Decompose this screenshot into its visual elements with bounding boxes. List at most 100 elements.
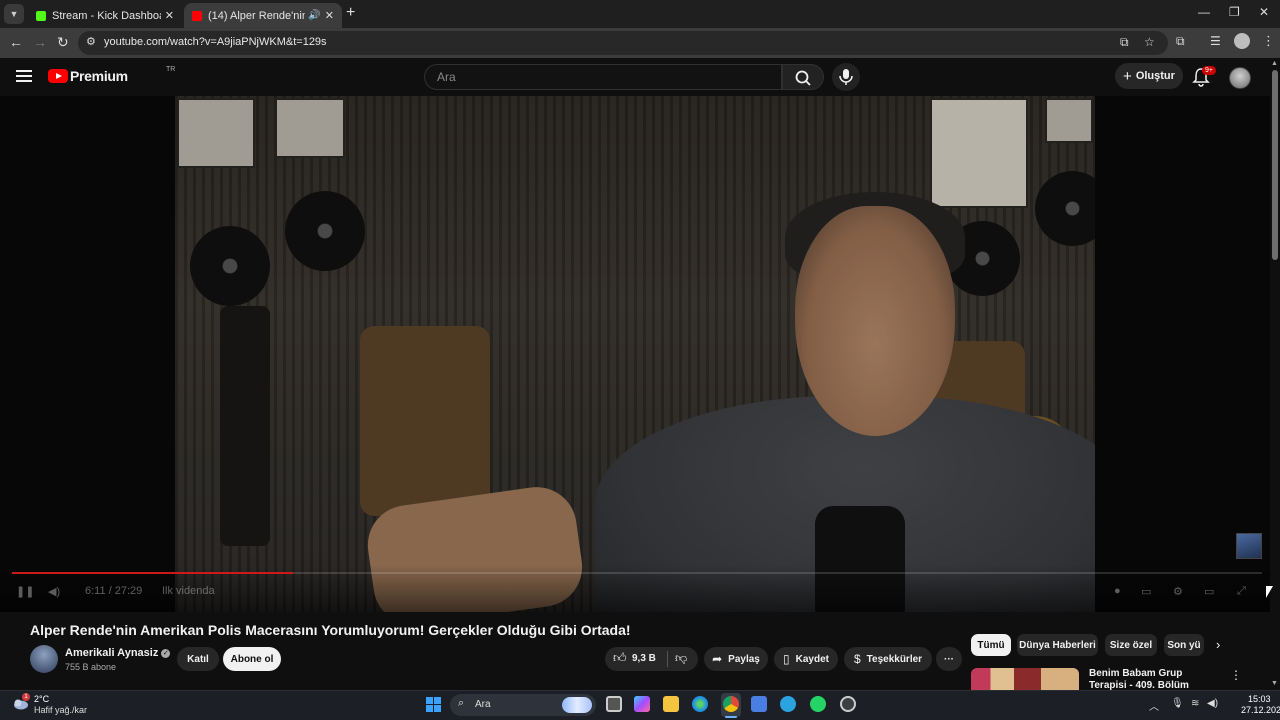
file-explorer-icon[interactable] bbox=[663, 696, 679, 712]
back-icon[interactable]: ← bbox=[9, 34, 23, 50]
create-button[interactable]: + Oluştur bbox=[1115, 63, 1183, 89]
autoplay-toggle-icon[interactable]: ● bbox=[1114, 585, 1121, 597]
store-icon[interactable] bbox=[751, 696, 767, 712]
chip-all[interactable]: Tümü bbox=[971, 634, 1011, 656]
search-highlight-icon bbox=[562, 697, 592, 713]
task-view-icon[interactable] bbox=[606, 696, 622, 712]
youtube-premium-logo[interactable]: Premium TR bbox=[48, 66, 175, 84]
whatsapp-icon[interactable] bbox=[810, 696, 826, 712]
reload-icon[interactable]: ↻ bbox=[57, 34, 69, 51]
channel-avatar[interactable] bbox=[30, 645, 58, 673]
subtitles-icon[interactable]: ▭ bbox=[1141, 585, 1151, 598]
scroll-down-arrow-icon[interactable]: ▼ bbox=[1271, 680, 1278, 687]
video-frame[interactable] bbox=[175, 96, 1095, 612]
extensions-icon[interactable]: ⧉ bbox=[1176, 34, 1185, 49]
join-button[interactable]: Katıl bbox=[177, 647, 219, 671]
voice-search-button[interactable] bbox=[832, 63, 860, 91]
browser-tab-youtube[interactable]: (14) Alper Rende'nin Ameri 🔊 ✕ bbox=[184, 3, 342, 28]
speaker-icon[interactable]: 🔊 bbox=[308, 10, 320, 21]
forward-icon[interactable]: → bbox=[33, 34, 47, 50]
microphone-icon bbox=[839, 69, 853, 85]
share-button[interactable]: ➦ Paylaş bbox=[704, 647, 768, 671]
account-avatar[interactable] bbox=[1229, 67, 1251, 89]
clock-date[interactable]: 27.12.2025 bbox=[1241, 705, 1280, 715]
youtube-header: Premium TR + Oluştur bbox=[0, 58, 1270, 96]
microphone-tray-icon[interactable]: 🎙︎ bbox=[1171, 698, 1184, 709]
settings-gear-icon[interactable]: ⚙ bbox=[1173, 585, 1183, 598]
reading-list-icon[interactable]: ☰ bbox=[1210, 34, 1221, 48]
recommended-video-title[interactable]: Benim Babam Grup Terapisi - 409. Bölüm (… bbox=[1089, 668, 1219, 690]
subscribe-label: Abone ol bbox=[230, 653, 274, 665]
search-button[interactable] bbox=[782, 64, 824, 90]
close-tab-icon[interactable]: ✕ bbox=[165, 9, 174, 22]
pause-icon[interactable]: ❚❚ bbox=[16, 585, 34, 598]
search-input[interactable] bbox=[435, 69, 765, 85]
chip-world-news[interactable]: Dünya Haberleri bbox=[1017, 634, 1098, 656]
wifi-icon[interactable]: ≋ bbox=[1191, 698, 1199, 709]
subscriber-count: 755 B abone bbox=[65, 662, 117, 672]
tab-title: Stream - Kick Dashboard bbox=[52, 9, 161, 22]
windows-start-icon[interactable] bbox=[426, 697, 441, 712]
progress-played bbox=[12, 572, 294, 574]
like-count[interactable]: 9,3 B bbox=[632, 653, 656, 664]
volume-tray-icon[interactable]: ◀) bbox=[1207, 698, 1218, 709]
scrollbar-thumb[interactable] bbox=[1272, 70, 1278, 260]
search-field[interactable] bbox=[424, 64, 782, 90]
weather-temperature[interactable]: 2°C bbox=[34, 694, 49, 704]
scroll-up-arrow-icon[interactable]: ▲ bbox=[1271, 60, 1278, 67]
telegram-icon[interactable] bbox=[780, 696, 796, 712]
region-code: TR bbox=[166, 66, 176, 73]
menu-icon[interactable] bbox=[16, 70, 32, 82]
cast-icon[interactable]: ⧉ bbox=[1120, 35, 1129, 50]
minimize-button[interactable]: — bbox=[1198, 5, 1210, 19]
tab-search-button[interactable]: ▼ bbox=[4, 4, 24, 24]
thumbs-down-icon[interactable]: 👎︎ bbox=[675, 651, 687, 666]
chip-recent[interactable]: Son yü bbox=[1164, 634, 1204, 656]
browser-menu-icon[interactable]: ⋮ bbox=[1262, 33, 1275, 49]
miniplayer-icon[interactable]: ▭ bbox=[1204, 585, 1214, 598]
time-current: 6:11 bbox=[85, 585, 106, 597]
recommended-video-thumbnail[interactable] bbox=[971, 668, 1079, 690]
chrome-icon[interactable] bbox=[723, 696, 739, 712]
edge-browser-icon[interactable] bbox=[692, 696, 708, 712]
more-actions-button[interactable]: ··· bbox=[936, 647, 962, 671]
thanks-button[interactable]: $ Teşekkürler bbox=[844, 647, 932, 671]
copilot-icon[interactable] bbox=[634, 696, 650, 712]
close-window-button[interactable]: ✕ bbox=[1259, 5, 1269, 19]
share-label: Paylaş bbox=[728, 653, 760, 665]
more-vert-icon[interactable]: ⋮ bbox=[1230, 668, 1242, 682]
subscribe-button[interactable]: Abone ol bbox=[223, 647, 281, 671]
browser-profile-avatar[interactable] bbox=[1234, 33, 1250, 49]
floating-webcam-thumbnail[interactable] bbox=[1236, 533, 1262, 559]
divider bbox=[667, 651, 668, 667]
progress-bar[interactable] bbox=[12, 572, 1262, 574]
chapter-label[interactable]: Ilk videnda bbox=[162, 585, 215, 597]
browser-tab-kick[interactable]: Stream - Kick Dashboard ✕ bbox=[28, 3, 182, 28]
mouse-cursor-icon bbox=[1266, 586, 1273, 598]
search-icon: ⌕ bbox=[458, 697, 465, 709]
clock-time[interactable]: 15:03 bbox=[1248, 694, 1271, 704]
chevron-right-icon[interactable]: › bbox=[1216, 637, 1220, 652]
join-label: Katıl bbox=[187, 653, 209, 665]
plus-icon: + bbox=[1123, 67, 1132, 85]
taskbar-search[interactable]: ⌕ Ara bbox=[450, 694, 596, 716]
share-arrow-icon: ➦ bbox=[712, 652, 723, 666]
weather-description[interactable]: Hafif yağ./kar bbox=[34, 705, 87, 715]
recorder-icon[interactable] bbox=[840, 696, 856, 712]
close-tab-icon[interactable]: ✕ bbox=[325, 9, 334, 22]
fullscreen-icon[interactable]: ⤢ bbox=[1237, 585, 1246, 598]
thumbs-up-icon[interactable]: 👍︎ bbox=[613, 650, 627, 666]
channel-name[interactable]: Amerikali Aynasiz ✓ bbox=[65, 647, 171, 659]
save-button[interactable]: ▯ Kaydet bbox=[774, 647, 838, 671]
address-bar[interactable]: ⚙ youtube.com/watch?v=A9jiaPNjWKM&t=129s… bbox=[78, 31, 1168, 55]
bookmark-star-icon[interactable]: ☆ bbox=[1144, 35, 1155, 49]
restore-button[interactable]: ❐ bbox=[1229, 5, 1240, 19]
volume-icon[interactable]: ◀) bbox=[48, 585, 60, 598]
new-tab-button[interactable]: + bbox=[346, 4, 355, 22]
save-label: Kaydet bbox=[795, 653, 829, 665]
tray-overflow-chevron-icon[interactable]: ︿ bbox=[1149, 698, 1159, 713]
site-info-icon[interactable]: ⚙ bbox=[86, 35, 96, 48]
super-thanks-icon: $ bbox=[853, 652, 861, 666]
video-dim-overlay bbox=[175, 96, 1095, 612]
chip-for-you[interactable]: Size özel bbox=[1105, 634, 1157, 656]
